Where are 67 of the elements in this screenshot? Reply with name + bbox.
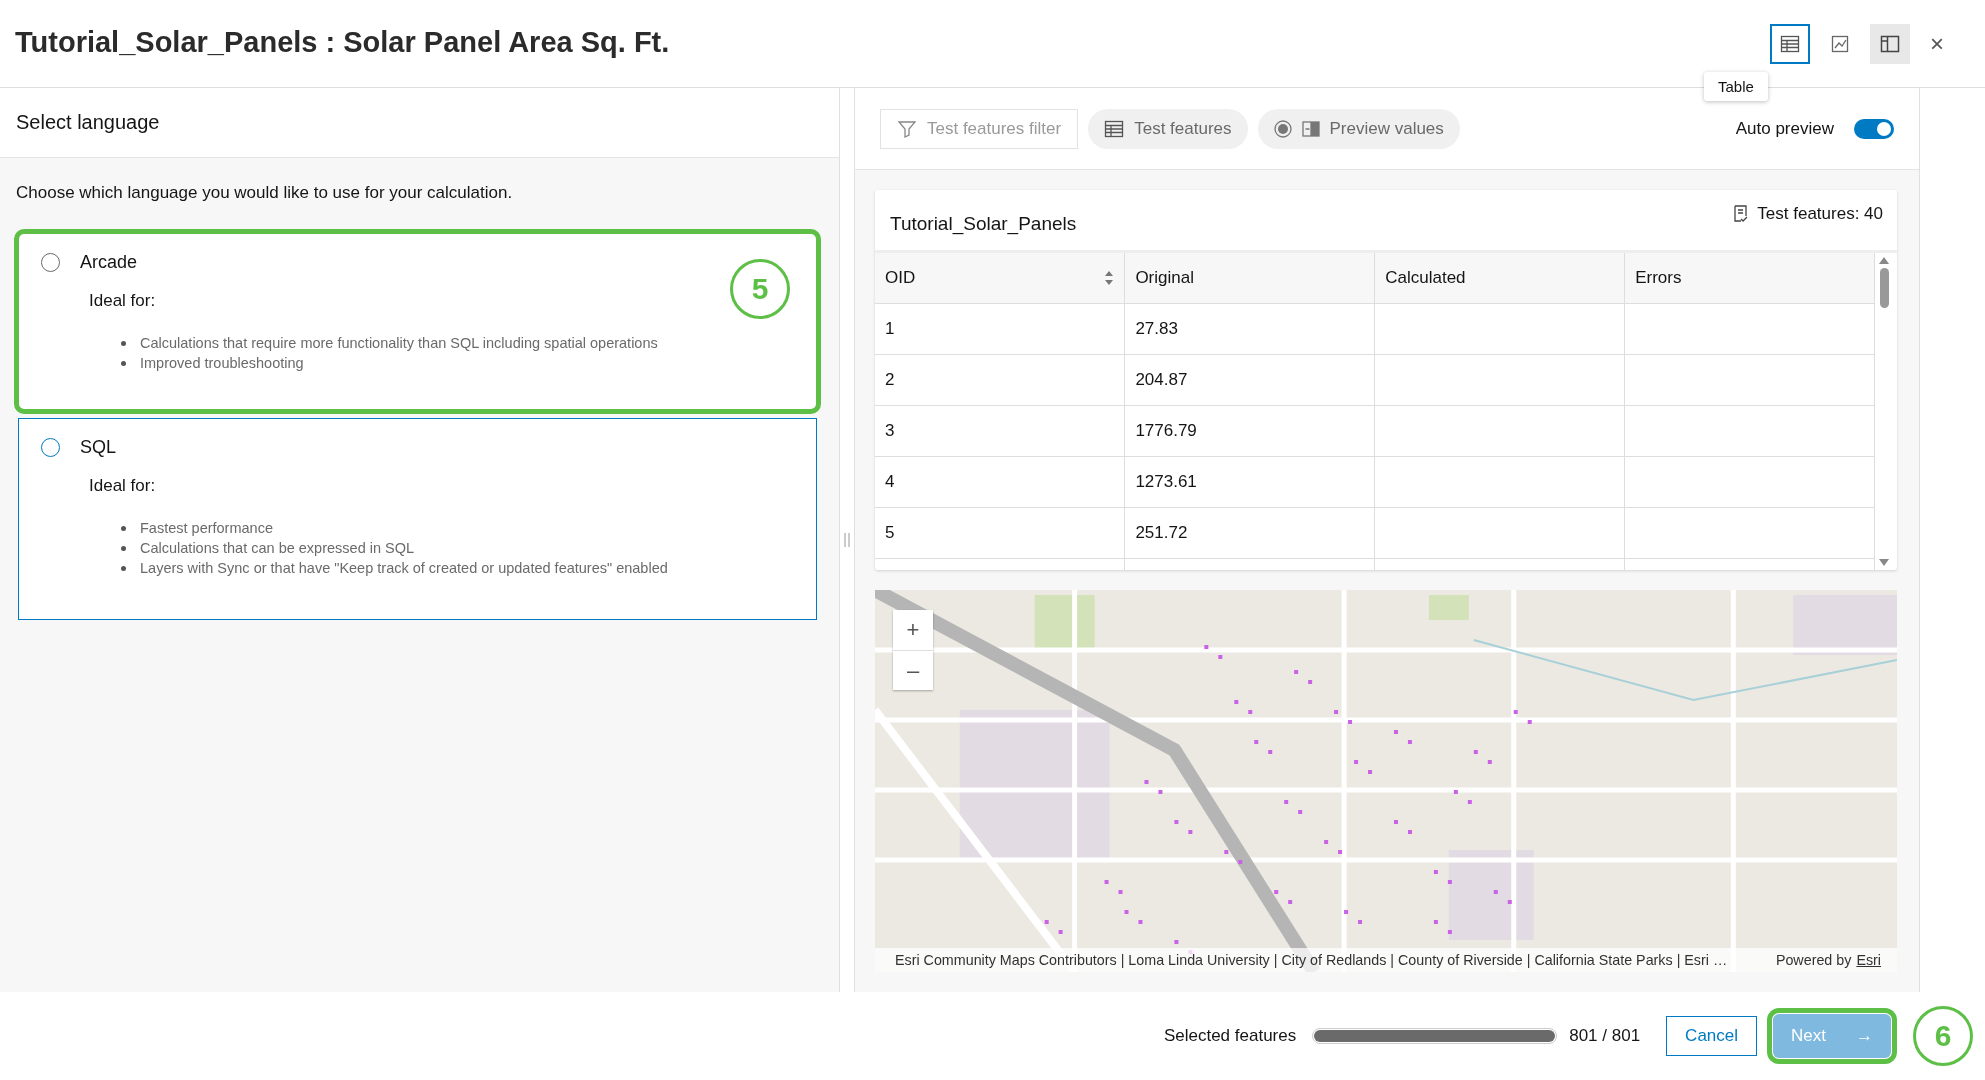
feature-count: Test features: 40 <box>1757 204 1883 224</box>
column-header[interactable]: OID <box>875 253 1125 303</box>
toolbar-button[interactable]: Test features <box>1088 108 1248 149</box>
bullet-icon <box>121 545 126 551</box>
column-header: Original <box>1124 253 1375 303</box>
table-cell: 27.83 <box>1124 303 1375 354</box>
panel-icon <box>1880 33 1900 54</box>
bullet-icon <box>121 360 126 366</box>
table-cell: 5 <box>875 507 1125 558</box>
scroll-up-icon <box>1879 257 1889 264</box>
table-icon <box>1104 118 1125 139</box>
table-cell: 4 <box>875 456 1125 507</box>
option-subtitle: Ideal for: <box>89 476 157 496</box>
table-cell: 1273.61 <box>1124 456 1375 507</box>
bullet-icon <box>121 565 126 571</box>
bullet-icon <box>121 340 126 346</box>
option-card[interactable]: SQL Ideal for: Fastest performance Calculations that can be expressed in SQL Layers with Sync or that have "Keep track of created or updated features" enabled <box>18 418 817 620</box>
bullet-text: Calculations that require more functionality than SQL including spatial operations <box>140 335 658 351</box>
instruction-text: Choose which language you would like to use for your calculation. <box>16 183 514 203</box>
compare-icon <box>1301 119 1320 138</box>
window-title: Tutorial_Solar_Panels : Solar Panel Area Sq. Ft. <box>15 26 671 59</box>
document-check-icon <box>1731 205 1750 223</box>
column-header: Calculated <box>1374 253 1625 303</box>
toolbar-button[interactable]: Preview values <box>1257 108 1460 149</box>
progress-label: Selected features <box>1163 1026 1297 1046</box>
panel-heading: Select language <box>0 88 839 158</box>
option-label: Arcade <box>80 252 138 273</box>
table-cell: 3 <box>875 405 1125 456</box>
table-cell: 1776.79 <box>1124 405 1375 456</box>
radio-button[interactable] <box>41 438 60 457</box>
table-cell: 204.87 <box>1124 354 1375 405</box>
feature-count: 801 / 801 <box>1569 1026 1641 1046</box>
chart-icon <box>1830 33 1850 54</box>
scroll-down-icon <box>1879 559 1889 566</box>
step-callout: 5 <box>730 259 790 319</box>
powered-by-text: Powered by <box>1775 952 1852 968</box>
attribution-text: Esri Community Maps Contributors | Loma Linda University | City of Redlands | County of Riverside | California State Parks | Esri … <box>895 952 1729 968</box>
option-subtitle: Ideal for: <box>89 291 157 311</box>
table-cell: 2 <box>875 354 1125 405</box>
record-icon <box>1273 119 1292 138</box>
close-button[interactable]: × <box>1924 29 1950 58</box>
cancel-button[interactable]: Cancel <box>1666 1016 1758 1056</box>
zoom-in-button[interactable]: + <box>893 610 933 650</box>
table-cell: 251.72 <box>1124 507 1375 558</box>
table-icon <box>1780 33 1800 54</box>
step-callout: 6 <box>1913 1006 1973 1066</box>
card-title: Tutorial_Solar_Panels <box>890 213 1078 235</box>
option-label: SQL <box>80 437 117 458</box>
column-header: Errors <box>1624 253 1875 303</box>
toggle-label: Auto preview <box>1735 118 1834 139</box>
splitter-handle[interactable] <box>844 533 850 547</box>
scrollbar-thumb[interactable] <box>1879 268 1889 308</box>
toggle-switch[interactable] <box>1854 118 1894 139</box>
radio-button[interactable] <box>41 253 60 272</box>
view-button[interactable] <box>1770 23 1810 64</box>
esri-link[interactable]: Esri <box>1856 952 1881 968</box>
bullet-text: Improved troubleshooting <box>140 355 304 371</box>
table-cell: 1 <box>875 303 1125 354</box>
bullet-text: Calculations that can be expressed in SQL <box>140 540 415 556</box>
sort-icon <box>1104 270 1115 285</box>
bullet-icon <box>121 525 126 531</box>
view-button[interactable] <box>1870 23 1910 64</box>
tooltip: Table <box>1704 72 1768 101</box>
bullet-text: Layers with Sync or that have "Keep track of created or updated features" enabled <box>140 560 668 576</box>
filter-icon <box>897 118 917 139</box>
zoom-out-button[interactable]: – <box>893 650 933 690</box>
bullet-text: Fastest performance <box>140 520 273 536</box>
